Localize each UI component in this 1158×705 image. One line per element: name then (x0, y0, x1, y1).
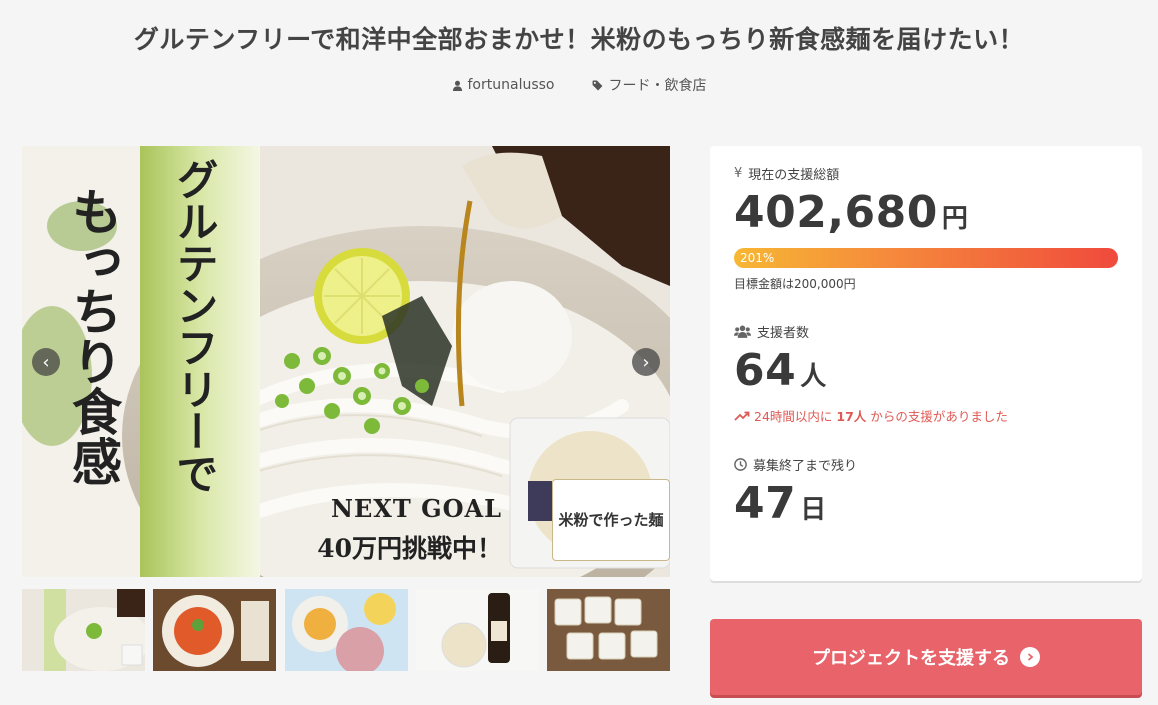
clock-icon (734, 458, 747, 471)
supporters-unit: 人 (800, 362, 827, 392)
remaining: 47 日 (734, 478, 1118, 529)
next-goal-subtitle: 40万円挑戦中！ (317, 534, 502, 563)
prev-image-button[interactable]: ‹ (32, 348, 60, 376)
arrow-right-circle-icon (1020, 647, 1040, 667)
thumbnail-1-image (22, 589, 145, 671)
project-title: グルテンフリーで和洋中全部おまかせ！米粉のもっちり新食感麺を届けたい！ (133, 25, 1025, 54)
category-name: フード・飲食店 (608, 78, 707, 94)
user-icon (452, 80, 462, 91)
recent-suffix: からの支援がありました (870, 409, 1008, 424)
supporters-label-row: 支援者数 (734, 322, 1118, 341)
remaining-unit: 日 (800, 495, 827, 525)
thumbnail-2-image (153, 589, 277, 671)
next-goal-banner: NEXT GOAL 40万円挑戦中！ (252, 494, 502, 565)
author-link[interactable]: fortunalusso (452, 75, 555, 95)
chevron-left-icon: ‹ (42, 351, 50, 373)
supporters-count: 64 (734, 345, 797, 396)
funding-progress-bar: 201% (734, 248, 1118, 268)
progress-percent: 201% (740, 251, 775, 265)
support-project-button[interactable]: プロジェクトを支援する (710, 619, 1142, 695)
remaining-label: 募集終了まで残り (753, 459, 858, 474)
next-image-button[interactable]: › (632, 348, 660, 376)
thumbnail-3-image (284, 589, 408, 671)
goal-amount: 目標金額は200,000円 (734, 277, 856, 291)
recent-count: 17人 (836, 409, 867, 424)
funding-stats-panel: ¥ 現在の支援総額 402,680 円 201% 目標金額は200,000円 支援… (710, 146, 1142, 581)
total-amount-label-row: ¥ 現在の支援総額 (734, 164, 1118, 183)
supporters: 64 人 (734, 345, 1118, 396)
hero-vertical-text-2: もっちり食感 (64, 186, 123, 486)
recent-prefix: 24時間以内に (754, 409, 833, 424)
thumbnail-3[interactable] (284, 589, 408, 671)
thumbnail-4[interactable] (415, 589, 539, 671)
users-icon (734, 325, 751, 338)
project-meta: fortunalusso フード・飲食店 (0, 75, 1158, 95)
supporters-label: 支援者数 (757, 326, 810, 341)
author-name: fortunalusso (467, 77, 555, 93)
remaining-days: 47 (734, 478, 797, 529)
package-label: 米粉で作った麺 (552, 479, 670, 561)
remaining-label-row: 募集終了まで残り (734, 455, 1118, 474)
thumbnail-1[interactable] (22, 589, 145, 671)
hero-vertical-text-1: グルテンフリーで (170, 158, 219, 494)
yen-icon: ¥ (734, 166, 743, 181)
thumbnail-strip (22, 589, 670, 671)
next-goal-title: NEXT GOAL (331, 494, 502, 523)
recent-support-notice: 24時間以内に 17人 からの支援がありました (734, 406, 1118, 425)
support-project-label: プロジェクトを支援する (812, 648, 1010, 669)
category-link[interactable]: フード・飲食店 (592, 75, 706, 95)
total-amount: 402,680 円 (734, 187, 1118, 238)
thumbnail-5[interactable] (547, 589, 670, 671)
total-amount-unit: 円 (941, 204, 968, 234)
total-amount-label: 現在の支援総額 (748, 168, 840, 183)
tag-icon (593, 80, 603, 90)
chevron-right-icon: › (642, 351, 650, 373)
thumbnail-5-image (547, 589, 670, 671)
main-project-image[interactable]: グルテンフリーで もっちり食感 NEXT GOAL 40万円挑戦中！ 米粉で作っ… (22, 146, 670, 577)
total-amount-value: 402,680 (734, 187, 938, 238)
trending-up-icon (734, 411, 750, 421)
thumbnail-4-image (415, 589, 539, 671)
thumbnail-2[interactable] (153, 589, 277, 671)
